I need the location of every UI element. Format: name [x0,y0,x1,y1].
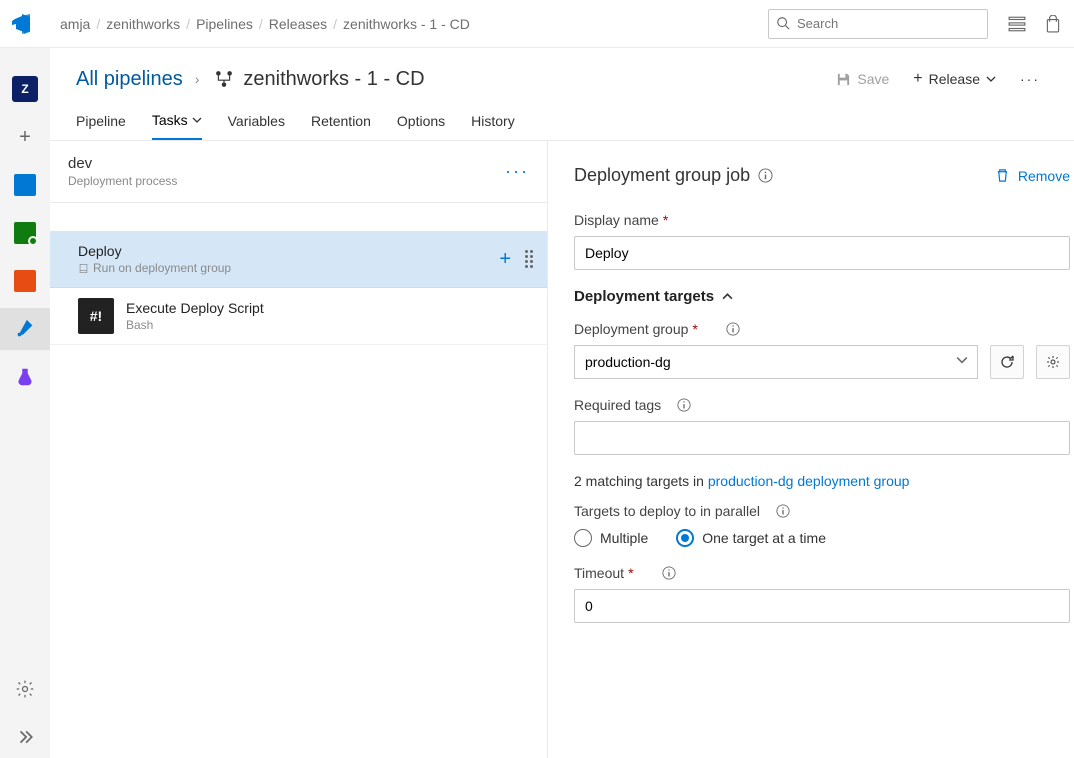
breadcrumb-item[interactable]: zenithworks [106,16,180,32]
tab-history[interactable]: History [471,102,515,140]
tab-bar: Pipeline Tasks Variables Retention Optio… [50,102,1074,141]
drag-handle-icon[interactable] [525,250,533,268]
search-input[interactable] [768,9,988,39]
timeout-input[interactable] [574,589,1070,623]
nav-collapse[interactable] [0,716,50,758]
tab-pipeline[interactable]: Pipeline [76,102,126,140]
refresh-button[interactable] [990,345,1024,379]
stage-name: dev [68,155,505,172]
project-avatar[interactable]: Z [0,68,50,110]
bash-task-icon: #! [78,298,114,334]
required-tags-input[interactable] [574,421,1070,455]
task-title: Deploy [78,243,499,259]
task-row-bash[interactable]: #! Execute Deploy Script Bash [50,288,547,345]
chevron-right-icon: › [195,71,200,87]
field-display-name: Display name * [574,212,1074,270]
manage-button[interactable] [1036,345,1070,379]
info-icon[interactable] [776,504,790,518]
tab-tasks[interactable]: Tasks [152,102,202,140]
stage-header[interactable]: dev Deployment process ··· [50,141,547,203]
work-items-icon[interactable] [1008,15,1026,33]
save-button: Save [828,67,897,91]
nav-settings[interactable] [0,668,50,710]
field-deployment-group: Deployment group * production-dg [574,321,1074,379]
top-bar: amja/ zenithworks/ Pipelines/ Releases/ … [0,0,1074,48]
nav-boards[interactable] [0,164,50,206]
azure-devops-logo[interactable] [12,12,36,36]
section-header-targets[interactable]: Deployment targets [574,288,1074,305]
display-name-input[interactable] [574,236,1070,270]
detail-title: Deployment group job [574,165,750,186]
chevron-up-icon [722,291,733,302]
info-icon[interactable] [677,398,691,412]
deployment-group-link[interactable]: production-dg deployment group [708,473,910,489]
search-box [768,9,988,39]
pipeline-title: zenithworks - 1 - CD [243,68,424,91]
title-row: All pipelines › zenithworks - 1 - CD Sav… [50,48,1074,102]
detail-panel: Deployment group job Remove Display name… [548,141,1074,758]
nav-pipelines[interactable] [0,308,50,350]
field-timeout: Timeout * [574,565,1074,623]
breadcrumb-item[interactable]: amja [60,16,90,32]
pipeline-icon [215,70,233,88]
tab-retention[interactable]: Retention [311,102,371,140]
add-task-button[interactable]: + [499,248,511,271]
radio-multiple[interactable]: Multiple [574,529,648,547]
task-subtitle: Run on deployment group [78,261,499,275]
release-button[interactable]: +Release [905,66,1004,92]
all-pipelines-link[interactable]: All pipelines [76,68,183,91]
tasks-column: dev Deployment process ··· Deploy Run on… [50,141,548,758]
info-icon[interactable] [662,566,676,580]
tab-options[interactable]: Options [397,102,445,140]
remove-button[interactable]: Remove [995,168,1074,184]
field-required-tags: Required tags [574,397,1074,455]
matching-targets-text: 2 matching targets in production-dg depl… [574,473,1074,489]
field-parallel: Targets to deploy to in parallel Multipl… [574,503,1074,547]
breadcrumb-item[interactable]: Releases [269,16,327,32]
chevron-down-icon [192,115,202,125]
radio-one-at-a-time[interactable]: One target at a time [676,529,826,547]
task-row-deploy-job[interactable]: Deploy Run on deployment group + [50,231,547,288]
breadcrumb: amja/ zenithworks/ Pipelines/ Releases/ … [60,16,768,32]
tab-variables[interactable]: Variables [228,102,285,140]
stage-subtitle: Deployment process [68,174,505,188]
search-icon [776,16,790,30]
breadcrumb-item[interactable]: Pipelines [196,16,253,32]
nav-repos[interactable] [0,212,50,254]
trash-icon [995,168,1010,183]
info-icon[interactable] [758,168,773,183]
nav-test-plans[interactable] [0,356,50,398]
task-subtitle: Bash [126,318,533,332]
shopping-bag-icon[interactable] [1044,15,1062,33]
nav-pipelines-alt[interactable] [0,260,50,302]
more-actions-button[interactable]: ··· [1012,67,1048,91]
task-title: Execute Deploy Script [126,300,533,316]
left-nav-rail: Z + [0,48,50,758]
breadcrumb-item[interactable]: zenithworks - 1 - CD [343,16,470,32]
deployment-group-select[interactable]: production-dg [574,345,978,379]
stage-more-button[interactable]: ··· [505,161,529,182]
server-icon [78,263,89,274]
add-project-button[interactable]: + [0,116,50,158]
info-icon[interactable] [726,322,740,336]
